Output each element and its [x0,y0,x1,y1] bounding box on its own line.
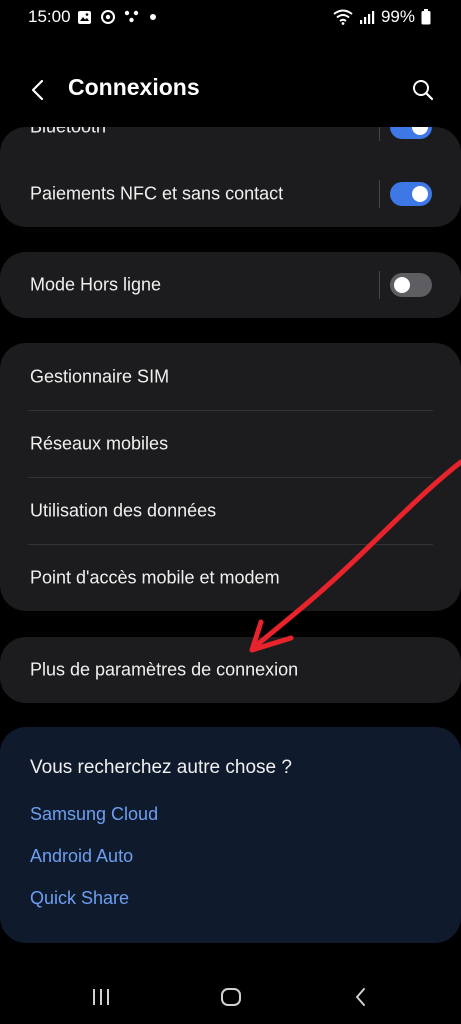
more-connection-settings-label: Plus de paramètres de connexion [30,659,299,680]
dot-icon [150,14,156,20]
status-system-icons: 99% [333,7,431,27]
home-icon [221,988,241,1006]
sim-manager-label: Gestionnaire SIM [30,366,170,387]
sim-manager-row[interactable]: Gestionnaire SIM [0,344,461,410]
dots-icon [124,10,139,23]
nfc-label: Paiements NFC et sans contact [30,183,284,204]
airplane-mode-toggle[interactable] [390,273,432,297]
bluetooth-toggle[interactable] [390,127,432,139]
signal-icon [359,11,375,24]
samsung-cloud-link[interactable]: Samsung Cloud [30,804,158,825]
status-notification-icons [77,9,158,25]
more-connection-settings-row[interactable]: Plus de paramètres de connexion [0,637,461,703]
quick-share-link[interactable]: Quick Share [30,888,129,909]
status-bar: 15:00 99% [0,0,461,36]
mobile-networks-row[interactable]: Réseaux mobiles [0,411,461,477]
airplane-mode-label: Mode Hors ligne [30,274,162,295]
chevron-left-icon [31,79,44,101]
suggestions-card: Vous recherchez autre chose ? Samsung Cl… [0,727,461,943]
bluetooth-row[interactable]: Bluetooth [0,127,461,160]
screen: 15:00 99% Connexions Paiements NFC et sa… [0,0,461,1024]
image-icon [78,10,91,24]
battery-icon [421,9,431,25]
status-time: 15:00 [28,7,71,26]
back-icon [356,988,365,1006]
hotspot-row[interactable]: Point d'accès mobile et modem [0,545,461,611]
battery-percent: 99% [380,7,415,26]
nav-bar [0,970,461,1024]
separator [379,271,380,299]
app-bar: Connexions [0,62,461,118]
recents-button[interactable] [81,982,121,1012]
search-button[interactable] [405,72,441,108]
data-usage-row[interactable]: Utilisation des données [0,478,461,544]
airplane-card: Mode Hors ligne [0,252,461,318]
search-icon [413,80,434,101]
airplane-mode-row[interactable]: Mode Hors ligne [0,252,461,318]
nfc-toggle[interactable] [390,182,432,206]
separator [379,180,380,208]
home-button[interactable] [211,982,251,1012]
nfc-row[interactable]: Paiements NFC et sans contact [0,161,461,227]
bluetooth-label: Bluetooth [30,127,106,138]
network-card: Gestionnaire SIM Réseaux mobiles Utilisa… [0,343,461,611]
hotspot-label: Point d'accès mobile et modem [30,567,280,588]
page-title: Connexions [68,74,200,100]
mobile-networks-label: Réseaux mobiles [30,433,169,454]
data-usage-label: Utilisation des données [30,500,217,521]
separator [379,127,380,141]
wireless-card: Bluetooth Paiements NFC et sans contact [0,127,461,227]
wifi-icon [333,9,353,25]
suggestions-title: Vous recherchez autre chose ? [30,757,292,778]
recents-icon [93,989,109,1005]
back-button[interactable] [20,72,56,108]
more-settings-card: Plus de paramètres de connexion [0,637,461,703]
android-auto-link[interactable]: Android Auto [30,846,133,867]
nav-back-button[interactable] [341,982,381,1012]
sync-icon [101,10,115,24]
